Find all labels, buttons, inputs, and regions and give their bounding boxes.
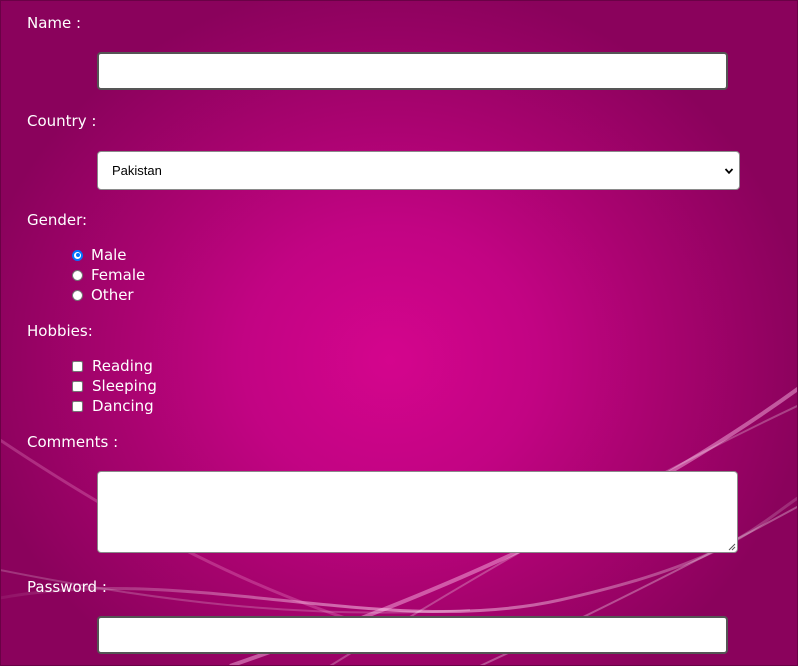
password-label: Password : [27, 578, 107, 596]
country-select-value: Pakistan [112, 163, 162, 178]
gender-option-label: Other [91, 286, 134, 304]
comments-textarea[interactable] [97, 471, 738, 553]
checkbox-sleeping[interactable] [72, 380, 83, 392]
gender-option-other[interactable]: Other [72, 285, 134, 305]
radio-female[interactable] [72, 269, 83, 281]
checkbox-dancing[interactable] [72, 400, 83, 412]
page-frame [0, 0, 798, 666]
radio-male[interactable] [72, 249, 83, 261]
gender-option-male[interactable]: Male [72, 245, 127, 265]
hobbies-label: Hobbies: [27, 322, 93, 340]
hobby-option-dancing[interactable]: Dancing [72, 396, 154, 416]
checkbox-reading[interactable] [72, 360, 83, 372]
hobby-option-label: Reading [92, 357, 153, 375]
password-input[interactable] [97, 616, 728, 654]
hobby-option-reading[interactable]: Reading [72, 356, 153, 376]
hobby-option-label: Dancing [92, 397, 154, 415]
gender-option-label: Female [91, 266, 146, 284]
comments-label: Comments : [27, 433, 119, 451]
resize-grip-icon[interactable] [727, 542, 736, 551]
hobby-option-label: Sleeping [92, 377, 157, 395]
country-label: Country : [27, 112, 97, 130]
hobby-option-sleeping[interactable]: Sleeping [72, 376, 157, 396]
background-light-streaks [0, 386, 798, 666]
gender-option-female[interactable]: Female [72, 265, 145, 285]
chevron-down-icon [724, 168, 734, 175]
name-label: Name : [27, 14, 82, 32]
name-input[interactable] [97, 52, 728, 90]
country-select[interactable]: Pakistan [97, 151, 740, 190]
gender-label: Gender: [27, 211, 88, 229]
gender-option-label: Male [91, 246, 127, 264]
radio-other[interactable] [72, 289, 83, 301]
